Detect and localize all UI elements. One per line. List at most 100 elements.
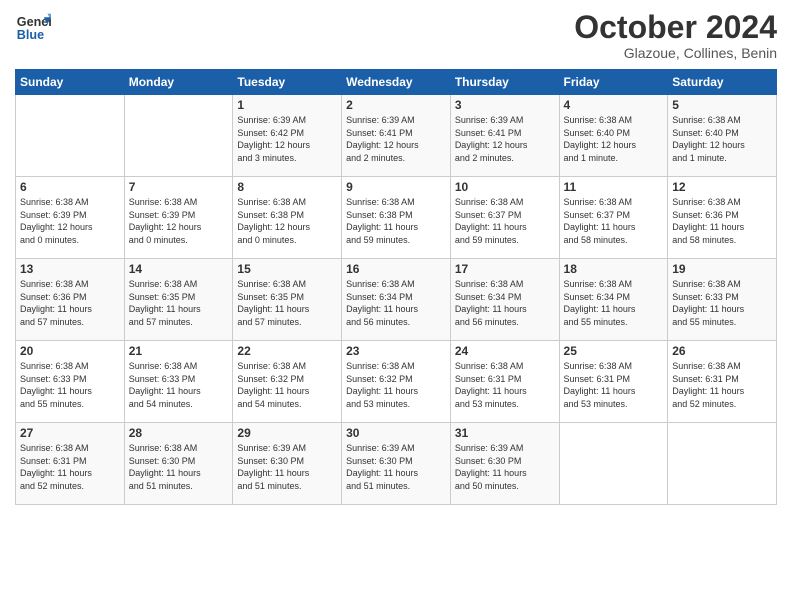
cell-info: Sunrise: 6:38 AMSunset: 6:36 PMDaylight:…: [20, 278, 120, 328]
day-number: 16: [346, 262, 446, 276]
day-number: 2: [346, 98, 446, 112]
calendar-cell: 9 Sunrise: 6:38 AMSunset: 6:38 PMDaylight…: [342, 177, 451, 259]
cell-info: Sunrise: 6:38 AMSunset: 6:40 PMDaylight:…: [672, 114, 772, 164]
day-header-thursday: Thursday: [450, 70, 559, 95]
calendar-cell: 12Sunrise: 6:38 AMSunset: 6:36 PMDayligh…: [668, 177, 777, 259]
cell-info: Sunrise: 6:38 AMSunset: 6:39 PMDaylight:…: [129, 196, 229, 246]
calendar-cell: 22 Sunrise: 6:38 AMSunset: 6:32 PMDayligh…: [233, 341, 342, 423]
day-number: 11: [564, 180, 664, 194]
day-header-saturday: Saturday: [668, 70, 777, 95]
calendar-cell: 31Sunrise: 6:39 AMSunset: 6:30 PMDayligh…: [450, 423, 559, 505]
calendar-cell: 16 Sunrise: 6:38 AMSunset: 6:34 PMDayligh…: [342, 259, 451, 341]
calendar-cell: 8 Sunrise: 6:38 AMSunset: 6:38 PMDaylight…: [233, 177, 342, 259]
week-row-2: 13 Sunrise: 6:38 AMSunset: 6:36 PMDayligh…: [16, 259, 777, 341]
day-number: 22: [237, 344, 337, 358]
svg-text:Blue: Blue: [17, 28, 44, 42]
cell-info: Sunrise: 6:38 AMSunset: 6:32 PMDaylight:…: [237, 360, 337, 410]
day-number: 30: [346, 426, 446, 440]
day-header-sunday: Sunday: [16, 70, 125, 95]
logo: General Blue: [15, 10, 51, 46]
cell-info: Sunrise: 6:38 AMSunset: 6:33 PMDaylight:…: [20, 360, 120, 410]
calendar-cell: 30 Sunrise: 6:39 AMSunset: 6:30 PMDayligh…: [342, 423, 451, 505]
week-row-0: 1 Sunrise: 6:39 AMSunset: 6:42 PMDaylight…: [16, 95, 777, 177]
day-number: 19: [672, 262, 772, 276]
day-number: 1: [237, 98, 337, 112]
day-number: 20: [20, 344, 120, 358]
day-number: 24: [455, 344, 555, 358]
day-number: 23: [346, 344, 446, 358]
week-row-3: 20 Sunrise: 6:38 AMSunset: 6:33 PMDayligh…: [16, 341, 777, 423]
cell-info: Sunrise: 6:38 AMSunset: 6:34 PMDaylight:…: [564, 278, 664, 328]
day-number: 3: [455, 98, 555, 112]
calendar-cell: 26 Sunrise: 6:38 AMSunset: 6:31 PMDayligh…: [668, 341, 777, 423]
calendar-cell: 25 Sunrise: 6:38 AMSunset: 6:31 PMDayligh…: [559, 341, 668, 423]
cell-info: Sunrise: 6:39 AMSunset: 6:30 PMDaylight:…: [455, 442, 555, 492]
day-number: 7: [129, 180, 229, 194]
day-number: 6: [20, 180, 120, 194]
calendar-cell: 5 Sunrise: 6:38 AMSunset: 6:40 PMDaylight…: [668, 95, 777, 177]
day-number: 21: [129, 344, 229, 358]
month-title: October 2024: [574, 10, 777, 45]
cell-info: Sunrise: 6:39 AMSunset: 6:30 PMDaylight:…: [237, 442, 337, 492]
day-number: 25: [564, 344, 664, 358]
day-number: 4: [564, 98, 664, 112]
cell-info: Sunrise: 6:38 AMSunset: 6:35 PMDaylight:…: [237, 278, 337, 328]
calendar-cell: [668, 423, 777, 505]
day-header-tuesday: Tuesday: [233, 70, 342, 95]
calendar-cell: 13 Sunrise: 6:38 AMSunset: 6:36 PMDayligh…: [16, 259, 125, 341]
cell-info: Sunrise: 6:38 AMSunset: 6:31 PMDaylight:…: [672, 360, 772, 410]
calendar-cell: [16, 95, 125, 177]
cell-info: Sunrise: 6:38 AMSunset: 6:38 PMDaylight:…: [237, 196, 337, 246]
cell-info: Sunrise: 6:38 AMSunset: 6:31 PMDaylight:…: [455, 360, 555, 410]
cell-info: Sunrise: 6:38 AMSunset: 6:36 PMDaylight:…: [672, 196, 772, 246]
day-number: 8: [237, 180, 337, 194]
calendar-cell: 23 Sunrise: 6:38 AMSunset: 6:32 PMDayligh…: [342, 341, 451, 423]
cell-info: Sunrise: 6:38 AMSunset: 6:33 PMDaylight:…: [672, 278, 772, 328]
cell-info: Sunrise: 6:38 AMSunset: 6:31 PMDaylight:…: [20, 442, 120, 492]
week-row-4: 27 Sunrise: 6:38 AMSunset: 6:31 PMDayligh…: [16, 423, 777, 505]
cell-info: Sunrise: 6:38 AMSunset: 6:40 PMDaylight:…: [564, 114, 664, 164]
cell-info: Sunrise: 6:39 AMSunset: 6:41 PMDaylight:…: [455, 114, 555, 164]
calendar-table: SundayMondayTuesdayWednesdayThursdayFrid…: [15, 69, 777, 505]
location: Glazoue, Collines, Benin: [574, 45, 777, 61]
logo-icon: General Blue: [15, 10, 51, 46]
cell-info: Sunrise: 6:38 AMSunset: 6:32 PMDaylight:…: [346, 360, 446, 410]
cell-info: Sunrise: 6:39 AMSunset: 6:30 PMDaylight:…: [346, 442, 446, 492]
cell-info: Sunrise: 6:38 AMSunset: 6:30 PMDaylight:…: [129, 442, 229, 492]
cell-info: Sunrise: 6:38 AMSunset: 6:39 PMDaylight:…: [20, 196, 120, 246]
calendar-cell: 21 Sunrise: 6:38 AMSunset: 6:33 PMDayligh…: [124, 341, 233, 423]
cell-info: Sunrise: 6:38 AMSunset: 6:34 PMDaylight:…: [346, 278, 446, 328]
day-header-wednesday: Wednesday: [342, 70, 451, 95]
calendar-cell: 24 Sunrise: 6:38 AMSunset: 6:31 PMDayligh…: [450, 341, 559, 423]
calendar-cell: 14 Sunrise: 6:38 AMSunset: 6:35 PMDayligh…: [124, 259, 233, 341]
calendar-cell: 20 Sunrise: 6:38 AMSunset: 6:33 PMDayligh…: [16, 341, 125, 423]
day-number: 13: [20, 262, 120, 276]
day-number: 26: [672, 344, 772, 358]
day-number: 5: [672, 98, 772, 112]
cell-info: Sunrise: 6:38 AMSunset: 6:37 PMDaylight:…: [455, 196, 555, 246]
calendar-cell: 6 Sunrise: 6:38 AMSunset: 6:39 PMDaylight…: [16, 177, 125, 259]
calendar-cell: 11 Sunrise: 6:38 AMSunset: 6:37 PMDayligh…: [559, 177, 668, 259]
header-row: SundayMondayTuesdayWednesdayThursdayFrid…: [16, 70, 777, 95]
day-number: 14: [129, 262, 229, 276]
calendar-cell: 10Sunrise: 6:38 AMSunset: 6:37 PMDayligh…: [450, 177, 559, 259]
day-number: 9: [346, 180, 446, 194]
cell-info: Sunrise: 6:38 AMSunset: 6:37 PMDaylight:…: [564, 196, 664, 246]
week-row-1: 6 Sunrise: 6:38 AMSunset: 6:39 PMDaylight…: [16, 177, 777, 259]
calendar-cell: 17Sunrise: 6:38 AMSunset: 6:34 PMDayligh…: [450, 259, 559, 341]
day-header-friday: Friday: [559, 70, 668, 95]
day-number: 15: [237, 262, 337, 276]
header: General Blue October 2024 Glazoue, Colli…: [15, 10, 777, 61]
calendar-cell: [559, 423, 668, 505]
day-number: 27: [20, 426, 120, 440]
cell-info: Sunrise: 6:39 AMSunset: 6:42 PMDaylight:…: [237, 114, 337, 164]
cell-info: Sunrise: 6:38 AMSunset: 6:35 PMDaylight:…: [129, 278, 229, 328]
cell-info: Sunrise: 6:38 AMSunset: 6:31 PMDaylight:…: [564, 360, 664, 410]
cell-info: Sunrise: 6:39 AMSunset: 6:41 PMDaylight:…: [346, 114, 446, 164]
calendar-cell: 28Sunrise: 6:38 AMSunset: 6:30 PMDayligh…: [124, 423, 233, 505]
cell-info: Sunrise: 6:38 AMSunset: 6:38 PMDaylight:…: [346, 196, 446, 246]
day-number: 17: [455, 262, 555, 276]
day-number: 29: [237, 426, 337, 440]
page: General Blue October 2024 Glazoue, Colli…: [0, 0, 792, 612]
cell-info: Sunrise: 6:38 AMSunset: 6:33 PMDaylight:…: [129, 360, 229, 410]
